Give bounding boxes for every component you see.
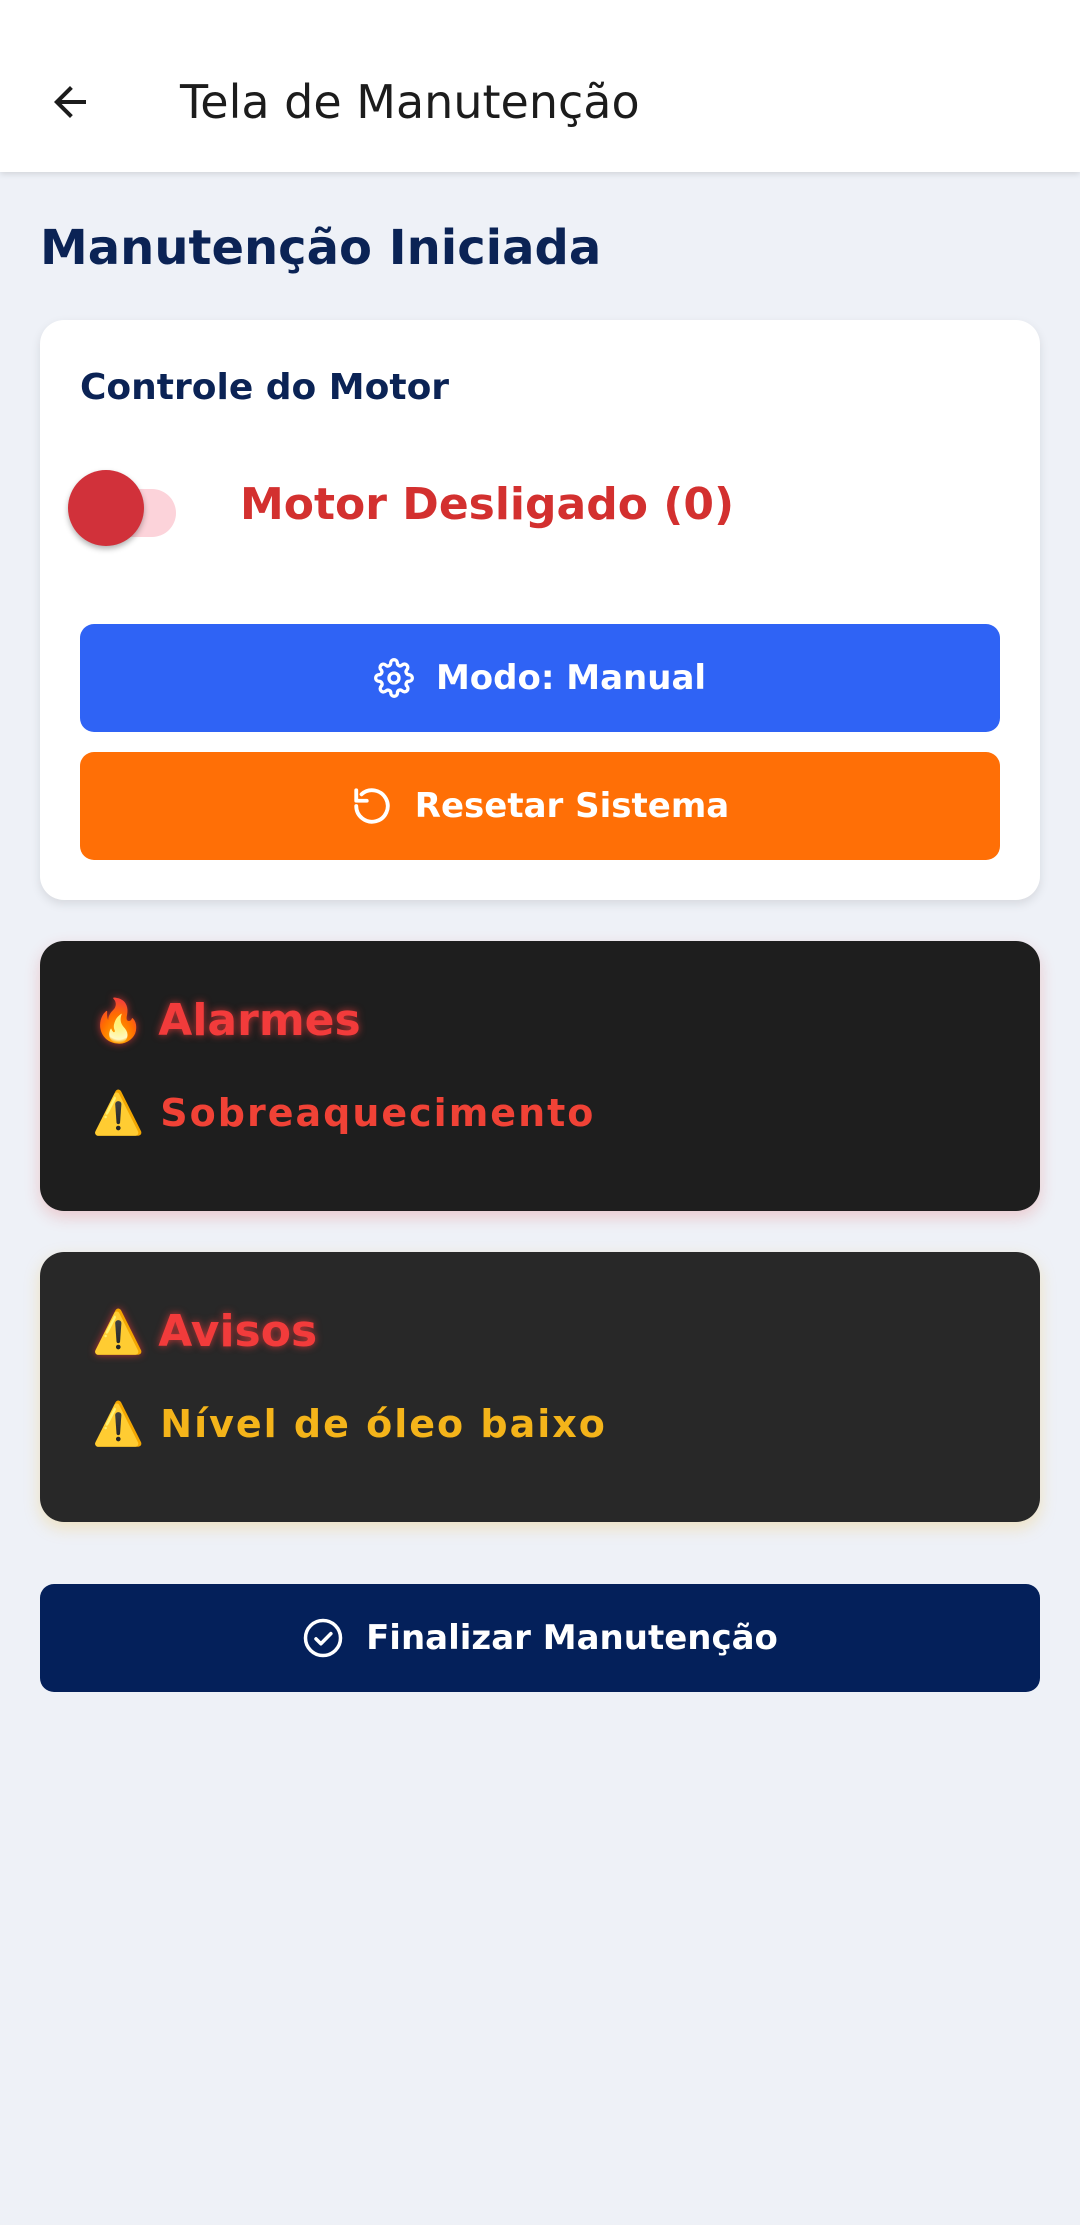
alarm-item: ⚠️ Sobreaquecimento xyxy=(92,1087,595,1139)
reset-button-label: Resetar Sistema xyxy=(414,786,730,826)
motor-toggle[interactable] xyxy=(68,462,198,552)
warning-icon: ⚠️ xyxy=(92,1399,147,1448)
check-circle-icon xyxy=(303,1618,343,1658)
reset-button[interactable]: Resetar Sistema xyxy=(80,752,1000,860)
alarm-item-text: Sobreaquecimento xyxy=(160,1091,596,1135)
alarms-panel: 🔥 Alarmes ⚠️ Sobreaquecimento xyxy=(40,941,1040,1211)
mode-button[interactable]: Modo: Manual xyxy=(80,624,1000,732)
warnings-header: ⚠️ Avisos xyxy=(92,1304,317,1360)
toggle-thumb xyxy=(68,470,144,546)
mode-button-label: Modo: Manual xyxy=(435,658,707,698)
warning-item-text: Nível de óleo baixo xyxy=(160,1402,607,1446)
warnings-title: Avisos xyxy=(158,1306,318,1357)
card-title: Controle do Motor xyxy=(80,367,450,408)
warnings-panel: ⚠️ Avisos ⚠️ Nível de óleo baixo xyxy=(40,1252,1040,1522)
warning-icon: ⚠️ xyxy=(92,1307,145,1356)
back-button[interactable] xyxy=(34,66,106,138)
app-bar-title: Tela de Manutenção xyxy=(180,75,640,129)
motor-status-text: Motor Desligado (0) xyxy=(240,479,735,530)
page-title: Manutenção Iniciada xyxy=(40,220,602,276)
alarms-title: Alarmes xyxy=(158,995,361,1046)
arrow-left-icon xyxy=(54,86,86,118)
finish-button-label: Finalizar Manutenção xyxy=(366,1618,778,1658)
alarms-header: 🔥 Alarmes xyxy=(92,993,361,1049)
app-bar: Tela de Manutenção xyxy=(0,0,1080,172)
refresh-icon xyxy=(354,788,390,824)
warning-item: ⚠️ Nível de óleo baixo xyxy=(92,1398,607,1450)
motor-control-card: Controle do Motor Motor Desligado (0) Mo… xyxy=(40,320,1040,900)
warning-icon: ⚠️ xyxy=(92,1088,147,1137)
finish-maintenance-button[interactable]: Finalizar Manutenção xyxy=(40,1584,1040,1692)
gear-icon xyxy=(374,658,414,698)
fire-icon: 🔥 xyxy=(92,996,145,1045)
